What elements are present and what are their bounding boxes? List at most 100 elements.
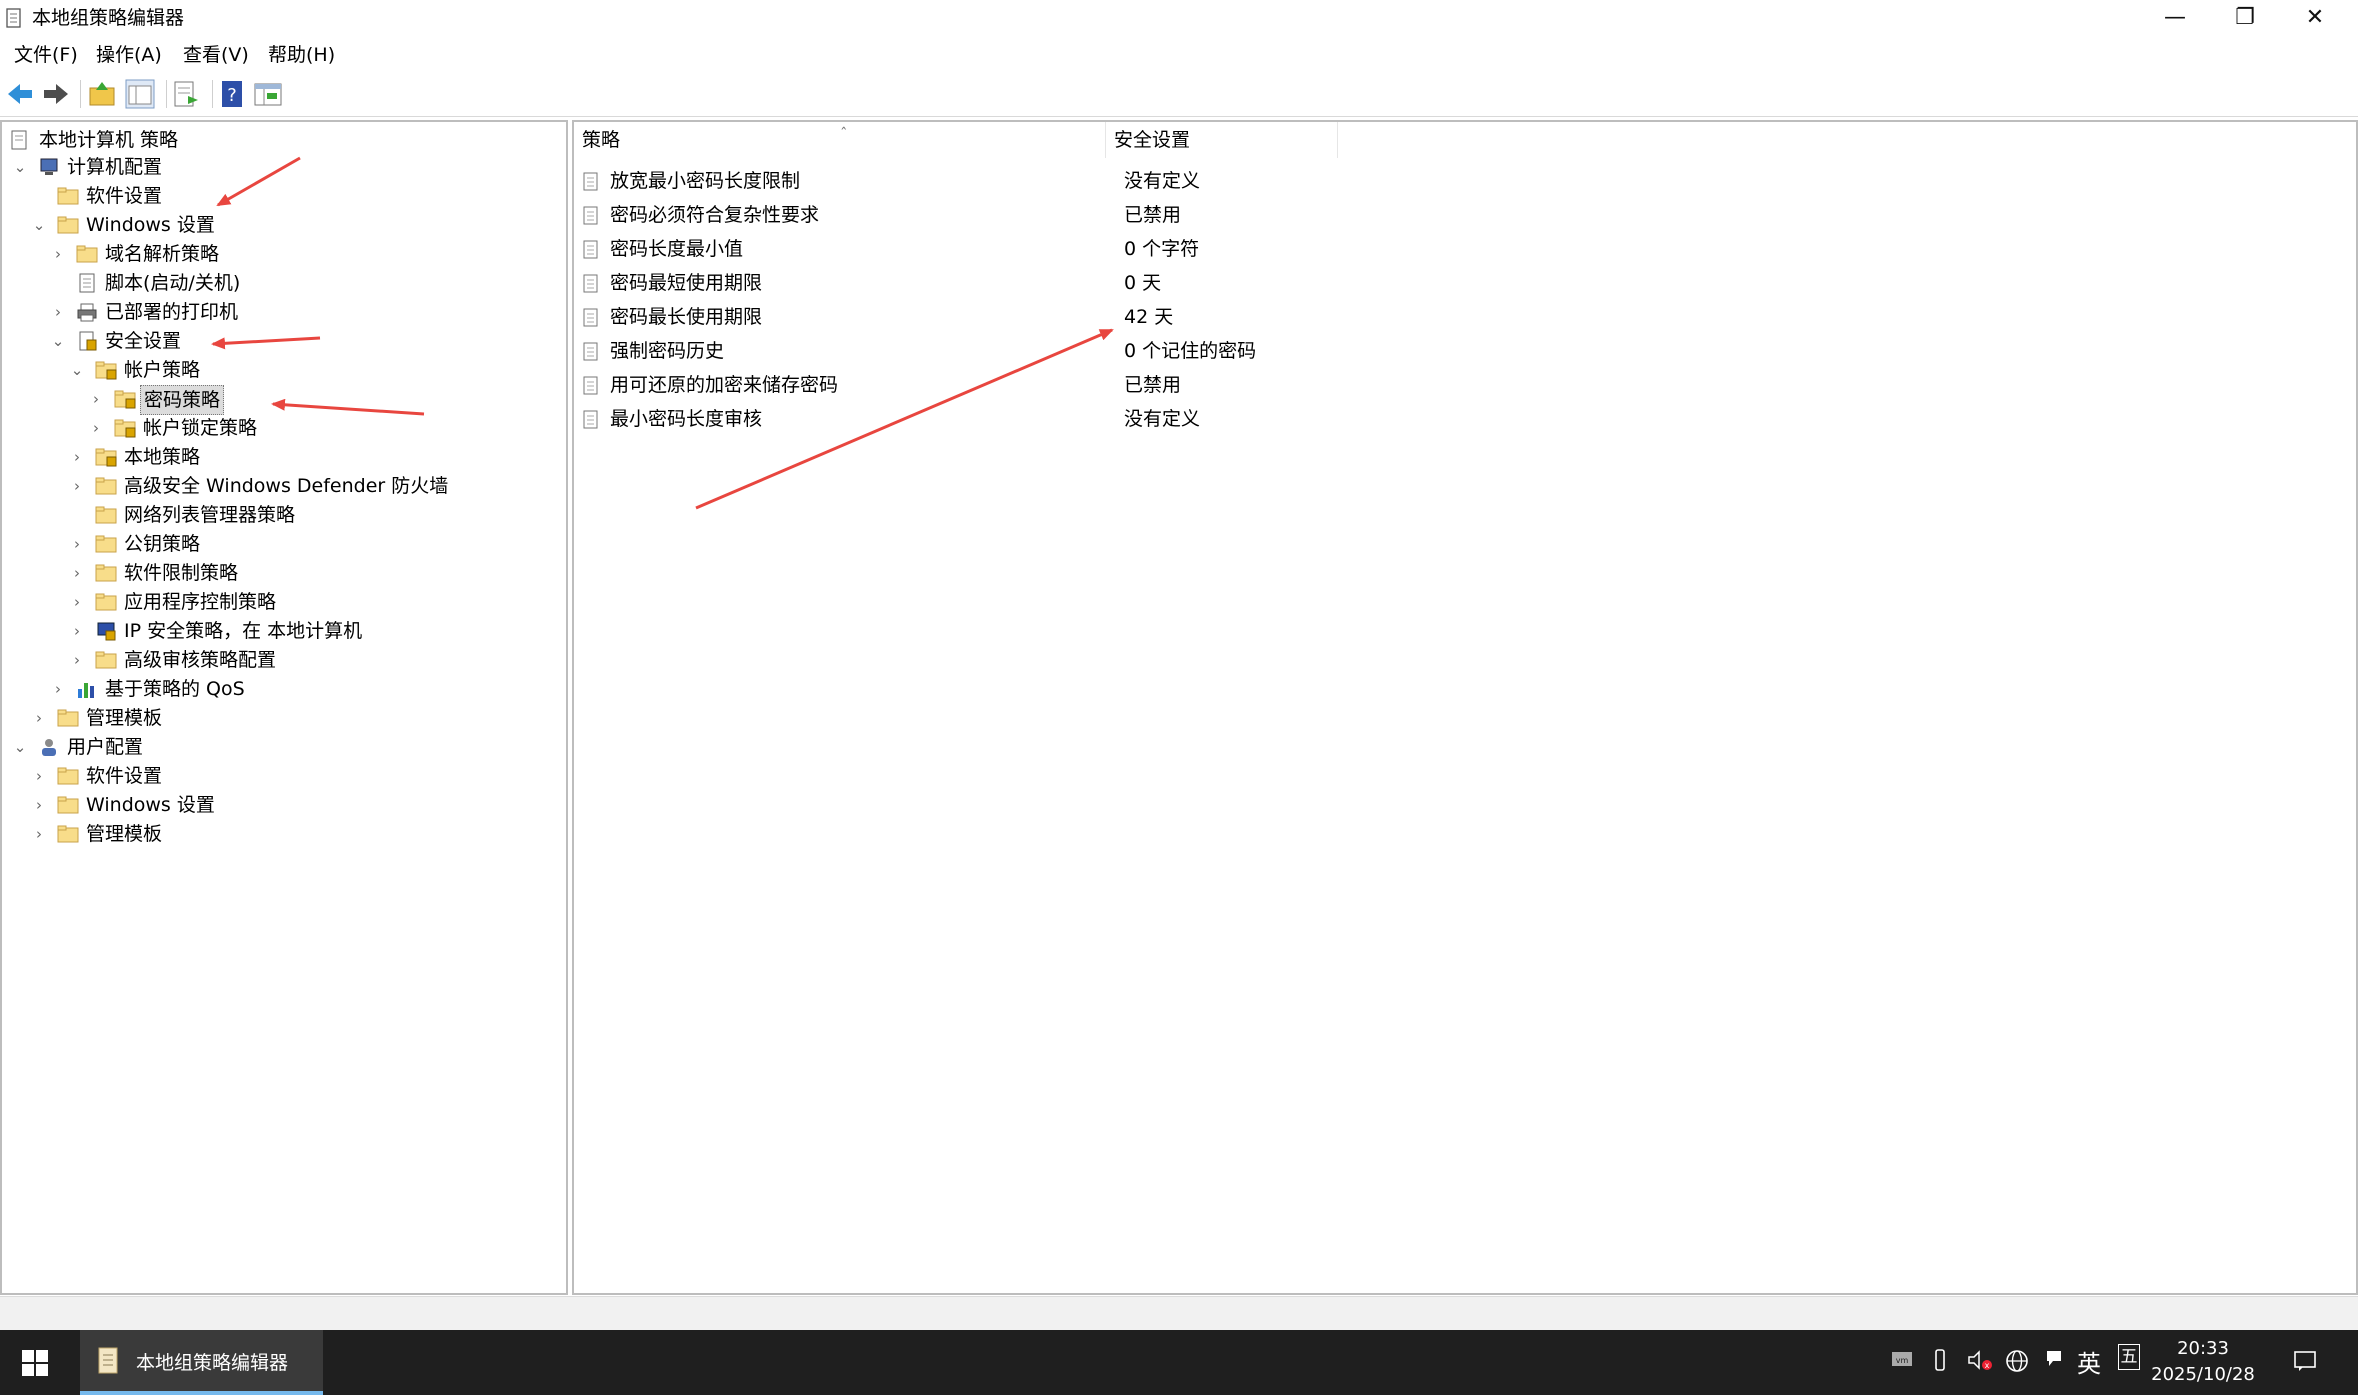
svg-text:?: ? [227, 85, 237, 106]
folder-icon [95, 651, 117, 669]
folder-icon [95, 564, 117, 582]
toolbar-separator [80, 80, 81, 108]
back-icon[interactable] [4, 78, 36, 110]
show-tree-icon[interactable] [124, 78, 156, 110]
menu-file[interactable]: 文件(F) [14, 43, 78, 67]
vmware-tray-icon[interactable]: vm [1890, 1348, 1914, 1372]
tree-item-label: 计算机配置 [67, 156, 163, 178]
policy-setting-icon [583, 172, 598, 191]
taskbar-app-gpedit[interactable]: 本地组策略编辑器 [80, 1330, 323, 1395]
tree-item-label: 安全设置 [105, 330, 182, 352]
close-button[interactable]: ✕ [2280, 0, 2350, 36]
volume-muted-icon[interactable]: x [1966, 1348, 1994, 1372]
taskbar-app-label: 本地组策略编辑器 [136, 1352, 289, 1374]
policy-setting-value: 没有定义 [1124, 170, 1201, 192]
tree-item-label: 软件设置 [86, 765, 163, 787]
clock[interactable]: 20:33 2025/10/28 [2148, 1336, 2258, 1388]
policy-setting-icon [583, 308, 598, 327]
policy-setting-value: 已禁用 [1124, 204, 1182, 226]
collapse-chevron-icon[interactable]: › [70, 443, 84, 471]
tree-item-label: 管理模板 [86, 707, 163, 729]
tree-item-label: IP 安全策略，在 本地计算机 [124, 620, 363, 642]
policy-name: 用可还原的加密来储存密码 [610, 374, 839, 396]
collapse-chevron-icon[interactable]: › [89, 414, 103, 442]
tree-item-label: 软件限制策略 [124, 562, 239, 584]
collapse-chevron-icon[interactable]: › [89, 385, 103, 413]
folder-lock-icon [95, 448, 117, 467]
minimize-button[interactable]: — [2140, 0, 2210, 36]
collapse-chevron-icon[interactable]: › [32, 791, 46, 819]
policy-setting-icon [583, 376, 598, 395]
expand-chevron-icon[interactable]: ⌄ [13, 153, 27, 181]
collapse-chevron-icon[interactable]: › [70, 472, 84, 500]
folder-icon [57, 216, 79, 234]
collapse-chevron-icon[interactable]: › [70, 559, 84, 587]
collapse-chevron-icon[interactable]: › [51, 240, 65, 268]
tree-item-label: 网络列表管理器策略 [124, 504, 296, 526]
help-icon[interactable]: ? [216, 78, 248, 110]
properties-icon[interactable] [252, 78, 284, 110]
column-header-policy[interactable]: 策略 ˆ [574, 122, 1106, 158]
tree-item-label: 高级审核策略配置 [124, 649, 277, 671]
network-globe-icon[interactable] [2004, 1348, 2030, 1374]
svg-text:x: x [1985, 1361, 1990, 1370]
title-bar: 本地组策略编辑器 — ❐ ✕ [0, 0, 2358, 36]
message-flag-icon[interactable] [2044, 1348, 2066, 1370]
tree-item-label: 脚本(启动/关机) [105, 272, 241, 294]
menu-view[interactable]: 查看(V) [183, 43, 249, 67]
policy-name: 密码必须符合复杂性要求 [610, 204, 820, 226]
column-header-setting[interactable]: 安全设置 [1106, 122, 1338, 158]
qos-chart-icon [78, 683, 94, 698]
policy-name: 强制密码历史 [610, 340, 725, 362]
up-folder-icon[interactable] [86, 78, 118, 110]
folder-lock-icon [114, 419, 136, 438]
policy-setting-value: 0 天 [1124, 272, 1162, 294]
ip-security-icon [97, 622, 116, 641]
collapse-chevron-icon[interactable]: › [70, 646, 84, 674]
ime-mode-indicator[interactable]: 五 [2118, 1344, 2140, 1370]
menu-help[interactable]: 帮助(H) [268, 43, 335, 67]
folder-icon [95, 535, 117, 553]
forward-icon[interactable] [40, 78, 72, 110]
collapse-chevron-icon[interactable]: › [32, 704, 46, 732]
notification-center-icon[interactable] [2292, 1348, 2318, 1374]
folder-lock-icon [95, 361, 117, 380]
export-list-icon[interactable] [170, 78, 202, 110]
expand-chevron-icon[interactable]: ⌄ [32, 211, 46, 239]
ime-language-indicator[interactable]: 英 [2074, 1344, 2104, 1379]
policy-setting-value: 没有定义 [1124, 408, 1201, 430]
policy-setting-value: 已禁用 [1124, 374, 1182, 396]
menu-action[interactable]: 操作(A) [96, 43, 162, 67]
folder-lock-icon [114, 390, 136, 409]
tree-item-label: Windows 设置 [86, 214, 215, 236]
usb-icon[interactable] [1930, 1348, 1950, 1372]
tree-pane[interactable]: 本地计算机 策略 ⌄ 计算机配置 软件设置 ⌄ Windows 设置 › 域名解析策略 脚本(… [0, 120, 568, 1295]
collapse-chevron-icon[interactable]: › [51, 298, 65, 326]
policy-list-pane[interactable]: 策略 ˆ 安全设置 放宽最小密码长度限制 没有定义 密码必须符合复杂性要求 已禁用 密码… [572, 120, 2358, 1295]
expand-chevron-icon[interactable]: ⌄ [13, 733, 27, 761]
collapse-chevron-icon[interactable]: › [32, 820, 46, 848]
taskbar: 本地组策略编辑器 vm x 英 五 20:33 2025/10/28 [0, 1330, 2358, 1395]
clock-date: 2025/10/28 [2151, 1364, 2255, 1385]
windows-start-icon[interactable] [20, 1348, 50, 1378]
maximize-button[interactable]: ❐ [2210, 0, 2280, 36]
collapse-chevron-icon[interactable]: › [70, 530, 84, 558]
toolbar: ? [0, 72, 2358, 117]
collapse-chevron-icon[interactable]: › [70, 588, 84, 616]
tree-item-label: 本地计算机 策略 [39, 129, 179, 151]
security-icon [79, 331, 97, 351]
tree-item-label: 帐户锁定策略 [143, 417, 258, 439]
user-icon [42, 739, 56, 756]
expand-chevron-icon[interactable]: ⌄ [70, 356, 84, 384]
column-header-label: 策略 [582, 129, 621, 151]
policy-setting-icon [583, 206, 598, 225]
folder-icon [76, 245, 98, 263]
collapse-chevron-icon[interactable]: › [32, 762, 46, 790]
expand-chevron-icon[interactable]: ⌄ [51, 327, 65, 355]
window-title: 本地组策略编辑器 [32, 7, 185, 29]
policy-setting-icon [583, 274, 598, 293]
computer-icon [40, 158, 58, 175]
tree-item-label: 基于策略的 QoS [105, 678, 245, 700]
collapse-chevron-icon[interactable]: › [70, 617, 84, 645]
collapse-chevron-icon[interactable]: › [51, 675, 65, 703]
